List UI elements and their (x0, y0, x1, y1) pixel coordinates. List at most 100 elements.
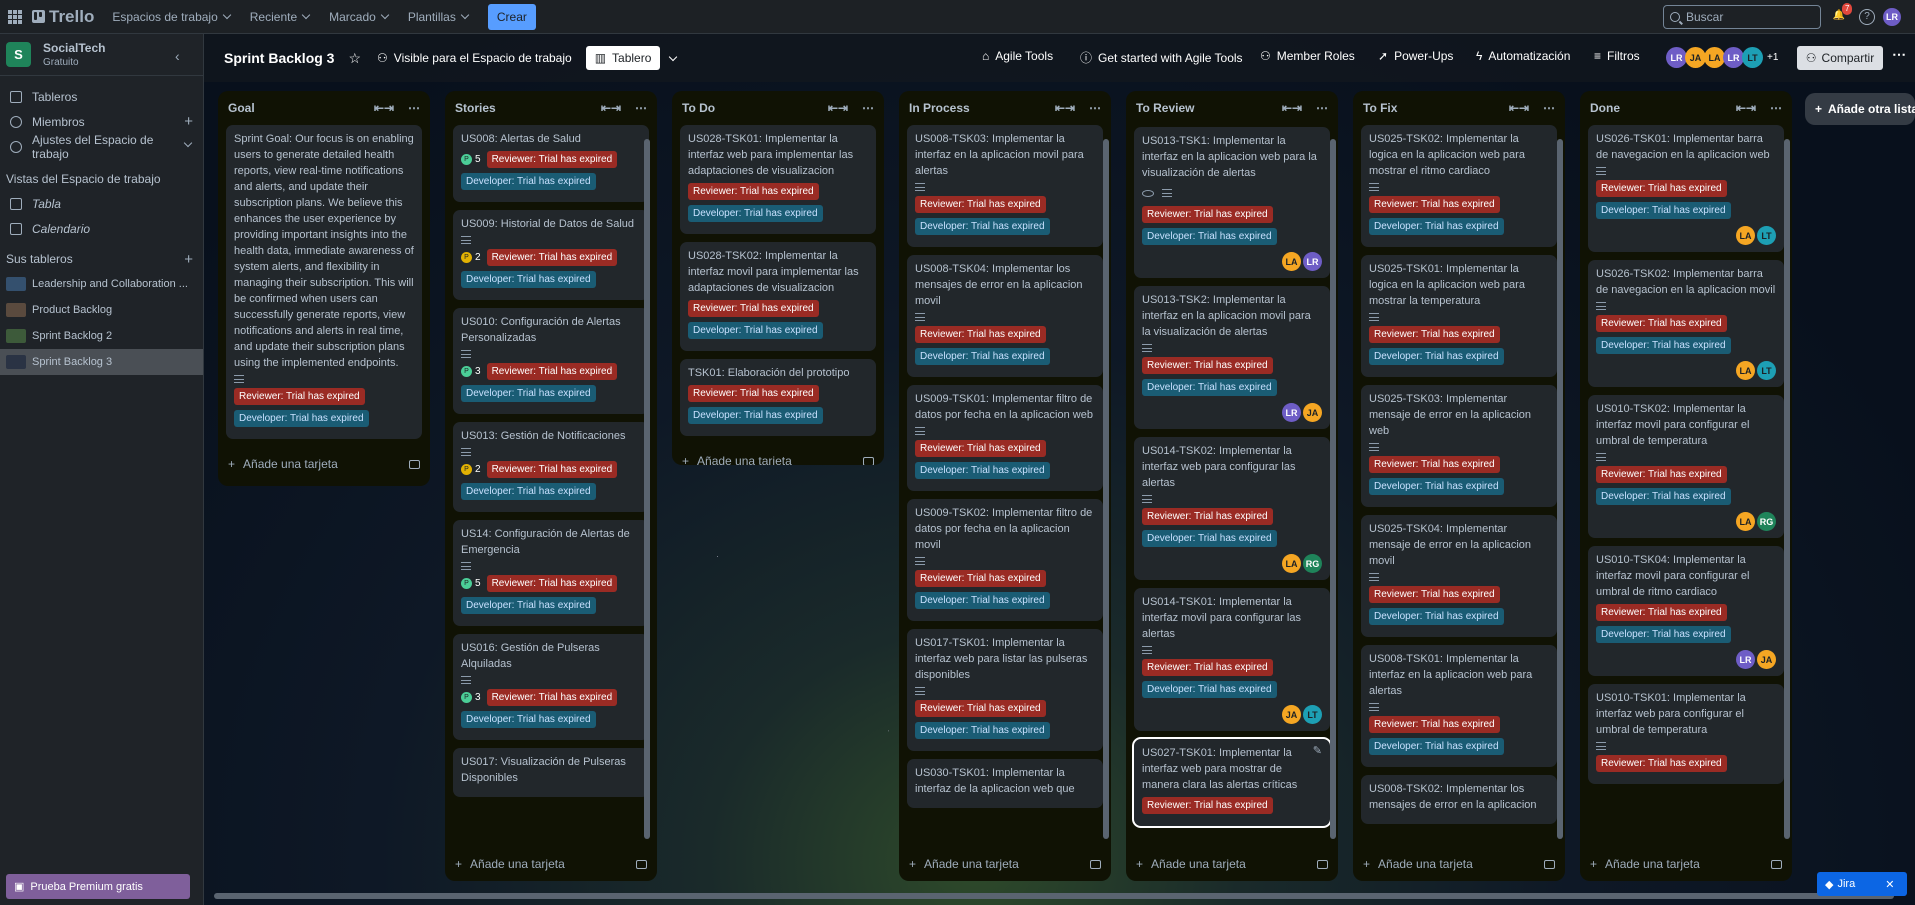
board-members[interactable]: LR JA LA LR LT +1 (1666, 47, 1778, 68)
card[interactable]: US025-TSK03: Implementar mensaje de erro… (1361, 385, 1557, 507)
card-template-icon[interactable] (1317, 859, 1328, 869)
nav-templates[interactable]: Plantillas (408, 10, 470, 24)
list-scrollbar[interactable] (1557, 139, 1563, 839)
card[interactable]: US008-TSK01: Implementar la interfaz en … (1361, 645, 1557, 767)
member-avatar[interactable]: JA (1685, 47, 1706, 68)
list-menu-icon[interactable]: ⋯ (1770, 101, 1782, 115)
member-avatar[interactable]: LT (1303, 705, 1322, 724)
list-header[interactable]: To Review ⇤⇥ ⋯ (1126, 91, 1338, 125)
card[interactable]: US010-TSK02: Implementar la interfaz mov… (1588, 395, 1784, 538)
collapse-list-icon[interactable]: ⇤⇥ (1509, 101, 1529, 115)
add-board-icon[interactable]: + (184, 251, 193, 268)
more-menu-icon[interactable]: ⋯ (1892, 46, 1906, 63)
add-list-button[interactable]: + Añade otra lista (1805, 93, 1915, 125)
card[interactable]: US008: Alertas de Salud P 5 Reviewer: Trial… (453, 125, 649, 202)
card[interactable]: US026-TSK02: Implementar barra de navega… (1588, 260, 1784, 387)
card[interactable]: US026-TSK01: Implementar barra de navega… (1588, 125, 1784, 252)
card-template-icon[interactable] (863, 456, 874, 465)
member-avatar[interactable]: LA (1736, 226, 1755, 245)
sidebar-item-members[interactable]: Miembros + (0, 109, 203, 134)
list-header[interactable]: Goal ⇤⇥ ⋯ (218, 91, 430, 125)
sidebar-item-table[interactable]: Tabla (0, 191, 203, 216)
list-header[interactable]: Done ⇤⇥ ⋯ (1580, 91, 1792, 125)
card[interactable]: US025-TSK02: Implementar la logica en la… (1361, 125, 1557, 247)
card[interactable]: US010: Configuración de Alertas Personal… (453, 308, 649, 414)
help-icon[interactable]: ? (1859, 9, 1875, 25)
nav-recent[interactable]: Reciente (250, 10, 311, 24)
list-menu-icon[interactable]: ⋯ (408, 101, 420, 115)
collapse-list-icon[interactable]: ⇤⇥ (1736, 101, 1756, 115)
edit-icon[interactable]: ✎ (1313, 743, 1322, 759)
search-input[interactable]: Buscar (1663, 5, 1821, 29)
card[interactable]: US014-TSK02: Implementar la interfaz web… (1134, 437, 1330, 580)
list-scrollbar[interactable] (1330, 139, 1336, 839)
board-horizontal-scrollbar[interactable] (214, 893, 1894, 899)
account-avatar[interactable]: LR (1883, 8, 1901, 26)
member-avatar[interactable]: JA (1282, 705, 1301, 724)
card-selected[interactable]: US027-TSK01: Implementar la interfaz web… (1132, 737, 1332, 828)
share-button[interactable]: ⚇ Compartir (1797, 46, 1883, 70)
card[interactable]: US016: Gestión de Pulseras Alquiladas P 3 R… (453, 634, 649, 740)
member-avatar[interactable]: LA (1736, 512, 1755, 531)
collapse-list-icon[interactable]: ⇤⇥ (374, 101, 394, 115)
card-template-icon[interactable] (1771, 859, 1782, 869)
automation-button[interactable]: ϟ Automatización (1476, 49, 1570, 63)
add-card-button[interactable]: + Añade una tarjeta (445, 847, 657, 881)
add-card-button[interactable]: + Añade una tarjeta (1126, 847, 1338, 881)
star-icon[interactable]: ☆ (348, 50, 361, 67)
card[interactable]: US013: Gestión de Notificaciones P 2 Review… (453, 422, 649, 512)
member-avatar[interactable]: LA (1282, 554, 1301, 573)
member-avatar[interactable]: RG (1757, 512, 1776, 531)
card[interactable]: US030-TSK01: Implementar la interfaz de … (907, 759, 1103, 808)
close-icon[interactable]: ✕ (1885, 878, 1894, 891)
visibility-button[interactable]: ⚇ Visible para el Espacio de trabajo (377, 51, 572, 65)
workspace-name[interactable]: SocialTech (43, 41, 105, 55)
add-card-button[interactable]: + Añade una tarjeta (672, 444, 884, 465)
list-header[interactable]: Stories ⇤⇥ ⋯ (445, 91, 657, 125)
card[interactable]: US028-TSK01: Implementar la interfaz web… (680, 125, 876, 234)
sidebar-board-sprint-2[interactable]: Sprint Backlog 2 (0, 323, 203, 349)
list-menu-icon[interactable]: ⋯ (862, 101, 874, 115)
member-avatar[interactable]: LR (1282, 403, 1301, 422)
sidebar-board-leadership[interactable]: Leadership and Collaboration ... (0, 271, 203, 297)
list-menu-icon[interactable]: ⋯ (1543, 101, 1555, 115)
card[interactable]: US025-TSK01: Implementar la logica en la… (1361, 255, 1557, 377)
member-avatar[interactable]: LR (1303, 252, 1322, 271)
add-member-icon[interactable]: + (184, 113, 193, 130)
card[interactable]: US013-TSK1: Implementar la interfaz en l… (1134, 127, 1330, 278)
board-title[interactable]: Sprint Backlog 3 (224, 50, 334, 66)
card[interactable]: US009-TSK01: Implementar filtro de datos… (907, 385, 1103, 491)
card-template-icon[interactable] (409, 459, 420, 469)
trello-logo[interactable]: Trello (32, 7, 94, 27)
jira-button[interactable]: ◆ Jira ✕ (1817, 872, 1907, 896)
list-scrollbar[interactable] (1103, 139, 1109, 839)
collapse-list-icon[interactable]: ⇤⇥ (601, 101, 621, 115)
member-avatar[interactable]: LT (1757, 226, 1776, 245)
card[interactable]: US025-TSK04: Implementar mensaje de erro… (1361, 515, 1557, 637)
sidebar-board-sprint-3[interactable]: Sprint Backlog 3 (0, 349, 203, 375)
premium-trial-button[interactable]: ▣ Prueba Premium gratis (6, 874, 190, 899)
card[interactable]: US009: Historial de Datos de Salud P 2 Revi… (453, 210, 649, 300)
card[interactable]: US008-TSK03: Implementar la interfaz en … (907, 125, 1103, 247)
member-avatar[interactable]: JA (1303, 403, 1322, 422)
card-template-icon[interactable] (1090, 859, 1101, 869)
add-card-button[interactable]: + Añade una tarjeta (1580, 847, 1792, 881)
card[interactable]: US008-TSK02: Implementar los mensajes de… (1361, 775, 1557, 824)
member-avatar[interactable]: JA (1757, 650, 1776, 669)
more-members-count[interactable]: +1 (1767, 47, 1778, 68)
power-ups-button[interactable]: ➚ Power-Ups (1378, 49, 1453, 63)
card[interactable]: US013-TSK2: Implementar la interfaz en l… (1134, 286, 1330, 429)
view-board-button[interactable]: ▥ Tablero (585, 46, 661, 70)
card[interactable]: US14: Configuración de Alertas de Emerge… (453, 520, 649, 626)
card-template-icon[interactable] (636, 859, 647, 869)
sidebar-item-calendar[interactable]: Calendario (0, 216, 203, 241)
collapse-list-icon[interactable]: ⇤⇥ (828, 101, 848, 115)
add-card-button[interactable]: + Añade una tarjeta (218, 447, 430, 481)
list-scrollbar[interactable] (644, 139, 650, 839)
member-avatar[interactable]: LA (1736, 361, 1755, 380)
list-header[interactable]: To Fix ⇤⇥ ⋯ (1353, 91, 1565, 125)
views-chevron-icon[interactable] (669, 52, 678, 61)
member-roles-button[interactable]: ⚇ Member Roles (1260, 49, 1355, 63)
card-template-icon[interactable] (1544, 859, 1555, 869)
list-header[interactable]: To Do ⇤⇥ ⋯ (672, 91, 884, 125)
